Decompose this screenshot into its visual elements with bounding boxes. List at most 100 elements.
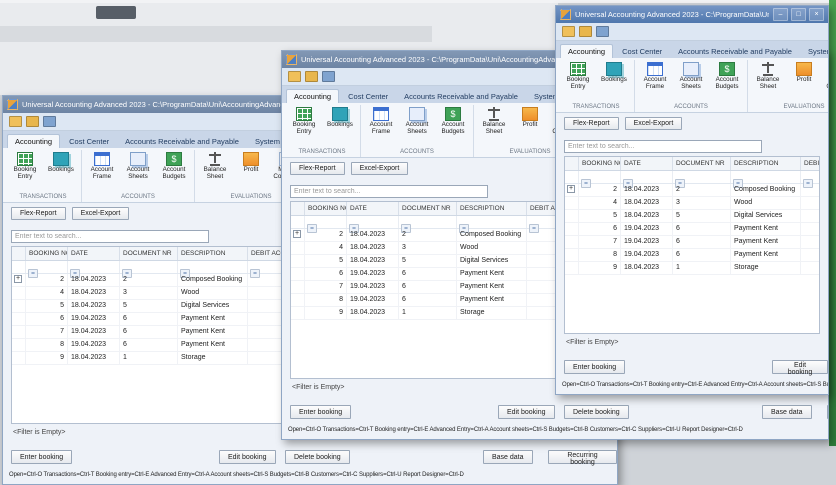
table-row[interactable]: 418.04.20233Wood3 <box>565 197 819 210</box>
ribbon-group-items[interactable]: Account Frame Account Sheets $ Account Budg… <box>638 60 744 103</box>
ribbon-button-month-comparison[interactable]: Month Compar... <box>823 60 828 103</box>
table-row[interactable]: 518.04.20235Digital Services100 <box>565 210 819 223</box>
delete-booking-button[interactable]: Delete booking <box>564 405 629 419</box>
ribbon-group-items[interactable]: Booking Entry Bookings <box>561 60 631 103</box>
tab-accounting[interactable]: Accounting <box>7 134 61 148</box>
ribbon-group-items[interactable]: Balance Sheet Profit Month Compar... <box>751 60 828 103</box>
ribbon-button-account-frame[interactable]: Account Frame <box>85 150 119 193</box>
edit-booking-button[interactable]: Edit booking <box>219 450 276 464</box>
tab-system[interactable]: System <box>801 45 828 58</box>
tab-accounts-receivable-and-payable[interactable]: Accounts Receivable and Payable <box>118 135 246 148</box>
folder-new-icon[interactable] <box>305 71 318 82</box>
column-header-document-nr[interactable]: DOCUMENT NR <box>399 202 457 215</box>
excel-export-button[interactable]: Excel-Export <box>624 117 683 130</box>
ribbon-button-booking-entry[interactable]: Booking Entry <box>561 60 595 103</box>
ribbon-group-items[interactable]: Account Frame Account Sheets $ Account Budg… <box>364 105 470 148</box>
column-header-date[interactable]: DATE <box>621 157 673 170</box>
column-header-document-nr[interactable]: DOCUMENT NR <box>673 157 731 170</box>
base-data-button[interactable]: Base data <box>483 450 533 464</box>
expand-icon[interactable]: + <box>293 230 301 238</box>
flex-report-button[interactable]: Flex-Report <box>564 117 619 130</box>
table-row[interactable]: +218.04.20232Composed Booking1 <box>565 184 819 197</box>
ribbon-group[interactable]: Booking Entry Bookings TRANSACTIONS <box>5 150 82 202</box>
folder-open-icon[interactable] <box>9 116 22 127</box>
ribbon-button-account-sheets[interactable]: Account Sheets <box>400 105 434 148</box>
ribbon-button-account-frame[interactable]: Account Frame <box>364 105 398 148</box>
search-input[interactable] <box>564 140 762 153</box>
table-row[interactable]: 918.04.20231Storage2 <box>565 262 819 275</box>
grid-icon[interactable] <box>596 26 609 37</box>
folder-new-icon[interactable] <box>579 26 592 37</box>
title-bar[interactable]: Universal Accounting Advanced 2023 - C:\… <box>556 6 828 23</box>
expand-icon[interactable]: + <box>14 275 22 283</box>
column-header-booking-no[interactable]: BOOKING NO <box>579 157 621 170</box>
close-button[interactable]: × <box>809 8 824 21</box>
flex-report-button[interactable]: Flex-Report <box>11 207 66 220</box>
ribbon-button-balance-sheet[interactable]: Balance Sheet <box>198 150 232 193</box>
tab-cost-center[interactable]: Cost Center <box>615 45 669 58</box>
ribbon-button-booking-entry[interactable]: Booking Entry <box>8 150 42 193</box>
ribbon-group[interactable]: Account Frame Account Sheets $ Account Budg… <box>635 60 748 112</box>
column-header-debit-accou[interactable]: DEBIT ACCOU... <box>801 157 819 170</box>
ribbon-button-balance-sheet[interactable]: Balance Sheet <box>751 60 785 103</box>
enter-booking-button[interactable]: Enter booking <box>11 450 73 464</box>
grid-icon[interactable] <box>43 116 56 127</box>
column-header-date[interactable]: DATE <box>347 202 399 215</box>
search-input[interactable] <box>11 230 209 243</box>
ribbon-button-profit[interactable]: Profit <box>513 105 547 148</box>
table-row[interactable]: 7 19.04.2023 6 Payment Kent <box>565 236 819 249</box>
ribbon-button-booking-entry[interactable]: Booking Entry <box>287 105 321 148</box>
search-input[interactable] <box>290 185 488 198</box>
base-data-button[interactable]: Base data <box>762 405 812 419</box>
folder-open-icon[interactable] <box>562 26 575 37</box>
column-header-description[interactable]: DESCRIPTION <box>178 247 248 260</box>
recurring-booking-button[interactable]: Recurring booking <box>548 450 617 466</box>
ribbon-group[interactable]: Booking Entry Bookings TRANSACTIONS <box>558 60 635 112</box>
tab-accounting[interactable]: Accounting <box>286 89 340 103</box>
ribbon-button-account-budgets[interactable]: $ Account Budgets <box>710 60 744 103</box>
ribbon-group[interactable]: Account Frame Account Sheets $ Account Budg… <box>82 150 195 202</box>
flex-report-button[interactable]: Flex-Report <box>290 162 345 175</box>
table-row[interactable]: 8 19.04.2023 6 Payment Kent <box>565 249 819 262</box>
ribbon-group-items[interactable]: Booking Entry Bookings <box>287 105 357 148</box>
minimize-button[interactable]: – <box>773 8 788 21</box>
column-header-booking-no[interactable]: BOOKING NO <box>26 247 68 260</box>
ribbon-button-account-sheets[interactable]: Account Sheets <box>674 60 708 103</box>
tab-cost-center[interactable]: Cost Center <box>62 135 116 148</box>
tab-accounting[interactable]: Accounting <box>560 44 614 58</box>
expand-icon[interactable]: + <box>567 185 575 193</box>
ribbon-group-items[interactable]: Booking Entry Bookings <box>8 150 78 193</box>
ribbon-button-balance-sheet[interactable]: Balance Sheet <box>477 105 511 148</box>
ribbon-group[interactable]: Balance Sheet Profit Month Compar... EVALUA… <box>748 60 828 112</box>
delete-booking-button[interactable]: Delete booking <box>285 450 350 464</box>
enter-booking-button[interactable]: Enter booking <box>564 360 626 374</box>
ribbon-button-profit[interactable]: Profit <box>234 150 268 193</box>
excel-export-button[interactable]: Excel-Export <box>71 207 130 220</box>
ribbon-button-bookings[interactable]: Bookings <box>597 60 631 103</box>
ribbon-button-account-sheets[interactable]: Account Sheets <box>121 150 155 193</box>
column-header-date[interactable]: DATE <box>68 247 120 260</box>
enter-booking-button[interactable]: Enter booking <box>290 405 352 419</box>
ribbon-button-account-frame[interactable]: Account Frame <box>638 60 672 103</box>
folder-new-icon[interactable] <box>26 116 39 127</box>
excel-export-button[interactable]: Excel-Export <box>350 162 409 175</box>
edit-booking-button[interactable]: Edit booking <box>498 405 555 419</box>
recurring-booking-button[interactable]: Recurring booking <box>827 405 828 419</box>
folder-open-icon[interactable] <box>288 71 301 82</box>
tab-accounts-receivable-and-payable[interactable]: Accounts Receivable and Payable <box>397 90 525 103</box>
tab-accounts-receivable-and-payable[interactable]: Accounts Receivable and Payable <box>671 45 799 58</box>
ribbon-group[interactable]: Booking Entry Bookings TRANSACTIONS <box>284 105 361 157</box>
ribbon-button-account-budgets[interactable]: $ Account Budgets <box>436 105 470 148</box>
column-header-document-nr[interactable]: DOCUMENT NR <box>120 247 178 260</box>
ribbon-group-items[interactable]: Account Frame Account Sheets $ Account Budg… <box>85 150 191 193</box>
maximize-button[interactable]: □ <box>791 8 806 21</box>
ribbon-button-bookings[interactable]: Bookings <box>44 150 78 193</box>
ribbon-button-account-budgets[interactable]: $ Account Budgets <box>157 150 191 193</box>
ribbon-button-bookings[interactable]: Bookings <box>323 105 357 148</box>
column-header-description[interactable]: DESCRIPTION <box>731 157 801 170</box>
table-row[interactable]: 6 19.04.2023 6 Payment Kent <box>565 223 819 236</box>
column-header-description[interactable]: DESCRIPTION <box>457 202 527 215</box>
grid-icon[interactable] <box>322 71 335 82</box>
tab-cost-center[interactable]: Cost Center <box>341 90 395 103</box>
column-header-booking-no[interactable]: BOOKING NO <box>305 202 347 215</box>
